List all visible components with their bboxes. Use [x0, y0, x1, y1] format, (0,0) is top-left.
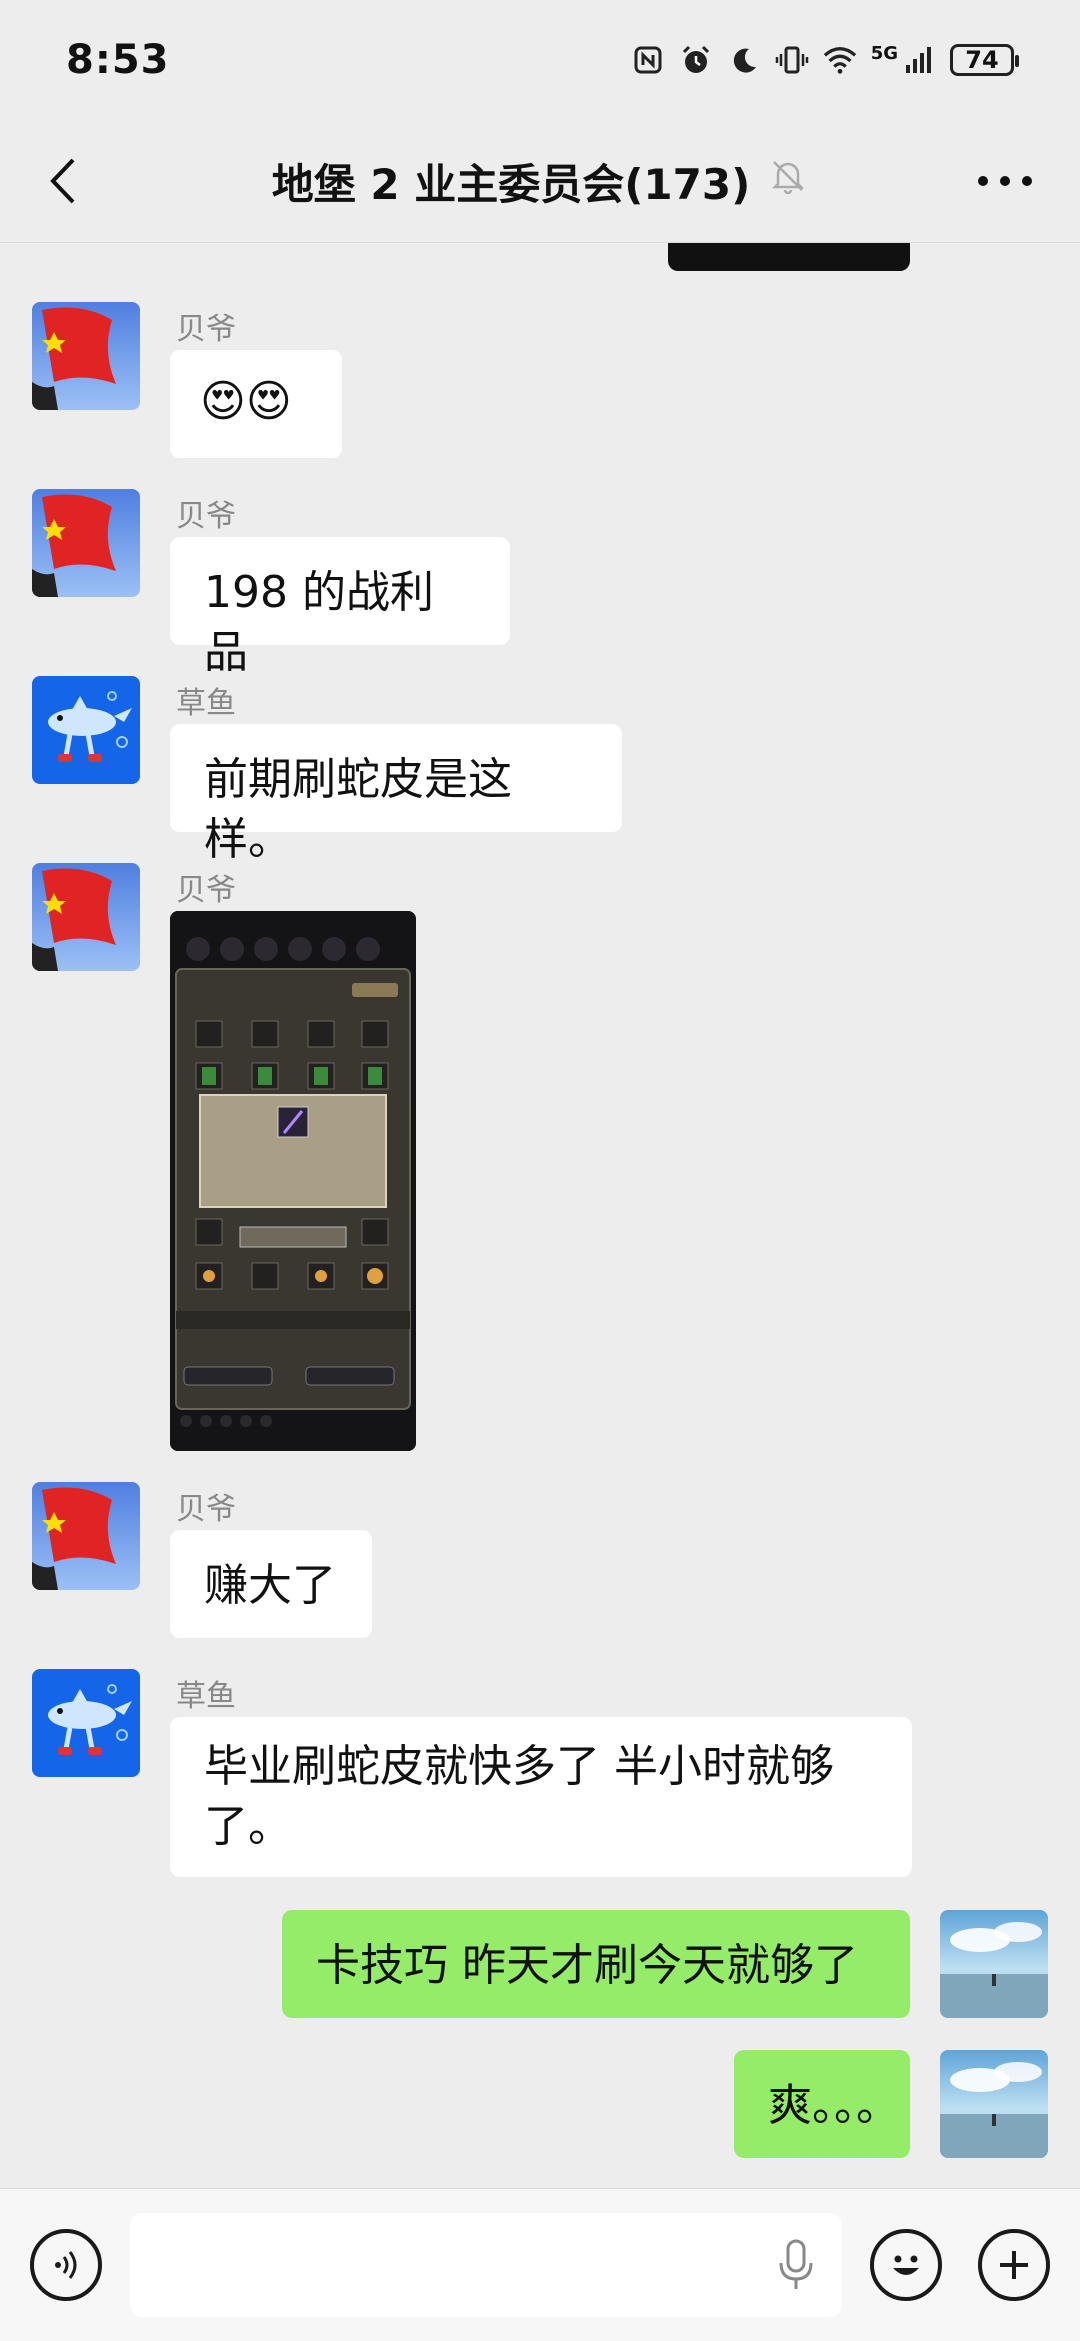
avatar[interactable]: [32, 676, 140, 784]
my-message-bubble[interactable]: 卡技巧 昨天才刷今天就够了: [282, 1910, 910, 2018]
chevron-left-icon: [50, 158, 75, 204]
plus-icon: [1000, 2251, 1028, 2279]
my-avatar[interactable]: [940, 2050, 1048, 2158]
nfc-icon: [631, 43, 665, 77]
beach-avatar-icon: [940, 1910, 1048, 2018]
battery-icon: 74: [950, 44, 1019, 76]
sender-name: 草鱼: [176, 1679, 236, 1714]
add-more-button[interactable]: [978, 2229, 1050, 2301]
flag-avatar-icon: [32, 489, 140, 597]
moon-icon: [727, 43, 761, 77]
network-label: 5G: [870, 42, 898, 64]
message-bubble[interactable]: 198 的战利品: [170, 537, 510, 678]
message-input[interactable]: [130, 2213, 842, 2317]
alarm-icon: [679, 43, 713, 77]
status-time: 8:53: [66, 37, 170, 83]
wifi-icon: [823, 43, 857, 77]
chat-header: 地堡 2 业主委员会(173): [0, 120, 1080, 242]
flag-avatar-icon: [32, 302, 140, 410]
avatar[interactable]: [32, 1482, 140, 1590]
sender-name: 贝爷: [176, 1492, 236, 1527]
flag-avatar-icon: [32, 1482, 140, 1590]
sender-name: 贝爷: [176, 499, 236, 534]
sender-name: 贝爷: [176, 873, 236, 908]
voice-wave-icon: [55, 2251, 77, 2279]
shark-avatar-icon: [32, 1669, 140, 1777]
previous-image-fragment[interactable]: [668, 243, 910, 271]
beach-avatar-icon: [940, 2050, 1048, 2158]
status-icons: 5G 74: [631, 42, 1019, 77]
message-bubble[interactable]: 毕业刷蛇皮就快多了 半小时就够了。: [170, 1717, 912, 1877]
more-icon: [978, 176, 1032, 186]
game-screenshot-image[interactable]: [170, 911, 416, 1451]
emoji-button[interactable]: [870, 2229, 942, 2301]
mic-icon[interactable]: [776, 2237, 816, 2297]
sender-name: 草鱼: [176, 686, 236, 721]
avatar[interactable]: [32, 1669, 140, 1777]
avatar[interactable]: [32, 302, 140, 410]
sender-name: 贝爷: [176, 312, 236, 347]
more-options-button[interactable]: [970, 154, 1040, 208]
back-button[interactable]: [36, 154, 90, 208]
mute-bell-icon: [768, 156, 808, 206]
signal-icon: [902, 43, 936, 77]
message-bubble[interactable]: 😍😍: [170, 350, 342, 458]
chat-title: 地堡 2 业主委员会(173): [271, 159, 751, 209]
smiley-icon: [893, 2255, 919, 2275]
shark-avatar-icon: [32, 676, 140, 784]
game-screenshot-graphic: [170, 911, 416, 1451]
my-message-bubble[interactable]: 爽。。。: [734, 2050, 910, 2158]
my-avatar[interactable]: [940, 1910, 1048, 2018]
input-bar: [0, 2188, 1080, 2341]
avatar[interactable]: [32, 489, 140, 597]
message-bubble[interactable]: 赚大了: [170, 1530, 372, 1638]
chat-title-wrap: 地堡 2 业主委员会(173): [272, 151, 809, 212]
header-divider: [0, 242, 1080, 243]
status-bar: 8:53 5G 74: [0, 0, 1080, 120]
vibrate-icon: [775, 43, 809, 77]
flag-avatar-icon: [32, 863, 140, 971]
avatar[interactable]: [32, 863, 140, 971]
voice-mode-button[interactable]: [30, 2229, 102, 2301]
message-bubble[interactable]: 前期刷蛇皮是这样。: [170, 724, 622, 865]
